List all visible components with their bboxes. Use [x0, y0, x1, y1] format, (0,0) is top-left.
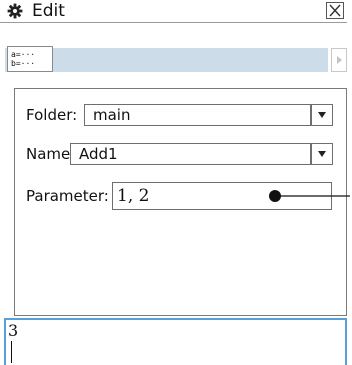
name-dropdown-button[interactable] [311, 143, 333, 165]
scroll-right-icon [337, 56, 342, 64]
folder-select[interactable]: main [84, 104, 311, 126]
assign-template-line-2: b=··· [11, 59, 36, 68]
toolbar-strip [5, 48, 328, 72]
folder-dropdown-button[interactable] [311, 104, 333, 126]
window-title: Edit [32, 1, 65, 21]
assign-template-button[interactable]: a=··· b=··· [7, 46, 53, 72]
toolbar-scroll-right-button[interactable] [331, 48, 347, 72]
title-bar: Edit [0, 0, 347, 23]
close-icon [329, 4, 341, 17]
entry-line[interactable]: 3 [4, 318, 347, 365]
text-cursor [11, 341, 12, 363]
entry-value: 3 [8, 321, 19, 340]
chevron-down-icon [318, 112, 326, 118]
chevron-down-icon [318, 151, 326, 157]
close-button[interactable] [326, 2, 344, 19]
assign-template-line-1: a=··· [11, 50, 36, 59]
folder-label: Folder: [26, 106, 78, 124]
name-label: Name: [26, 145, 76, 163]
callout-pointer [268, 189, 350, 203]
parameter-label: Parameter: [26, 187, 109, 205]
gear-icon[interactable] [7, 3, 23, 19]
name-select[interactable]: Add1 [70, 143, 311, 165]
